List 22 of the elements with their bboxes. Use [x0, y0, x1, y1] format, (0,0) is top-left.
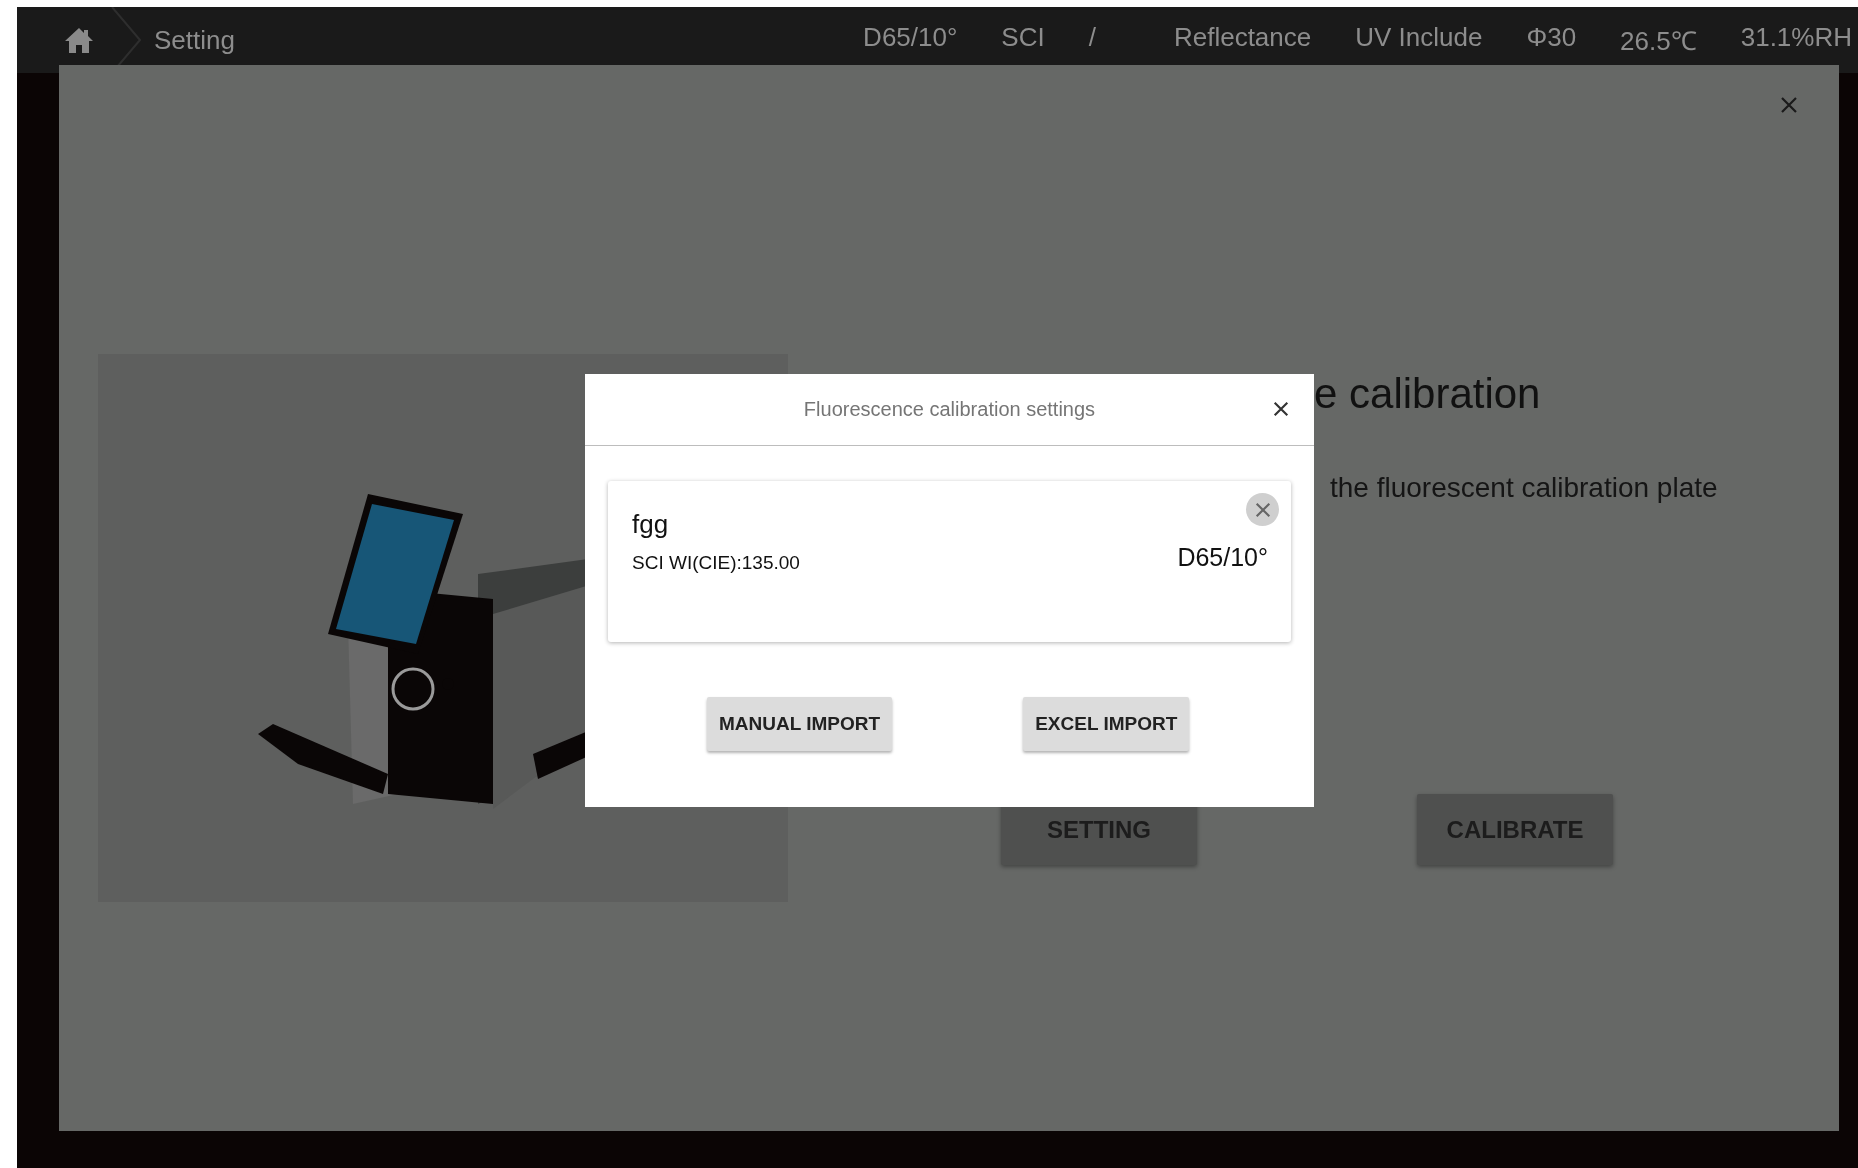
import-button[interactable]: EXCEL IMPORT [1023, 697, 1190, 751]
home-icon[interactable] [64, 26, 94, 54]
status-item: 31.1%RH [1740, 22, 1852, 54]
entry-name: fgg [632, 509, 670, 540]
status-item: UV Include [1355, 22, 1483, 54]
entry-illuminant: D65/10° [1177, 543, 1268, 573]
status-item: 26.5℃ [1620, 25, 1697, 58]
status-item: Reflectance [1173, 22, 1312, 54]
remove-button[interactable] [1246, 493, 1279, 526]
status-item: / [1088, 22, 1096, 54]
instruction-text: the fluorescent calibration plate [1330, 472, 1719, 504]
status-item: Φ30 [1526, 22, 1577, 54]
breadcrumb-label: Setting [154, 24, 235, 56]
entry-card[interactable]: fgg SCI WI(CIE):135.00 D65/10° [608, 481, 1291, 642]
import-button[interactable]: MANUAL IMPORT [707, 697, 893, 751]
entry-value: SCI WI(CIE):135.00 [632, 552, 800, 574]
close-icon [1253, 500, 1272, 519]
status-item: D65/10° [863, 22, 958, 54]
close-icon[interactable] [1272, 400, 1290, 418]
dialog-title: Fluorescence calibration settings [803, 398, 1096, 421]
page-title: e calibration [1314, 370, 1542, 418]
status-item: SCI [1001, 22, 1045, 54]
